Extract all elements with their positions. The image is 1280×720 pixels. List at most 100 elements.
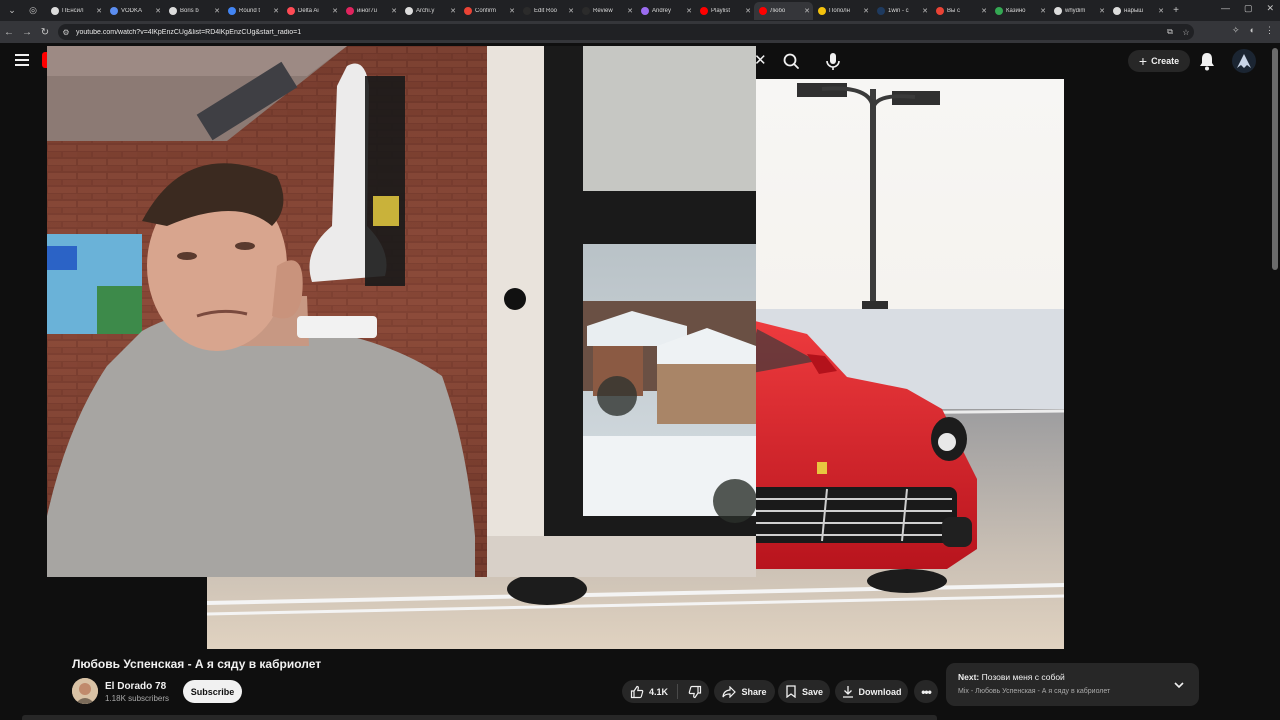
tab-search-icon[interactable]: ⌄ bbox=[3, 3, 21, 19]
reload-icon[interactable]: ↻ bbox=[36, 27, 54, 38]
browser-tab[interactable]: Edit Roo ✕ bbox=[518, 2, 577, 20]
browser-tab[interactable]: Archi.y ✕ bbox=[400, 2, 459, 20]
tab-close-icon[interactable]: ✕ bbox=[627, 7, 633, 15]
tab-close-icon[interactable]: ✕ bbox=[214, 7, 220, 15]
browser-tab[interactable]: Playlist ✕ bbox=[695, 2, 754, 20]
mic-icon[interactable] bbox=[818, 47, 848, 75]
create-label: Create bbox=[1151, 56, 1180, 66]
download-label: Download bbox=[858, 686, 902, 697]
tab-close-icon[interactable]: ✕ bbox=[568, 7, 574, 15]
tab-title: Delta Ai bbox=[298, 7, 319, 14]
tab-close-icon[interactable]: ✕ bbox=[96, 7, 102, 15]
browser-tab[interactable]: VODKA ✕ bbox=[105, 2, 164, 20]
site-info-icon[interactable]: ⚙ bbox=[58, 28, 74, 37]
tab-favicon-icon bbox=[1113, 6, 1121, 15]
tab-title: whydim bbox=[1065, 7, 1086, 14]
browser-tab[interactable]: Round t ✕ bbox=[223, 2, 282, 20]
tab-favicon-icon bbox=[346, 6, 354, 15]
tab-favicon-icon bbox=[877, 6, 885, 15]
back-icon[interactable]: ← bbox=[0, 27, 18, 38]
tab-group-icon[interactable]: ◎ bbox=[24, 3, 42, 19]
profile-icon[interactable]: ◐ bbox=[1250, 25, 1255, 36]
browser-tabs: ПЕнсил ✕ VODKA ✕ Boris b ✕ Round t ✕ Delta Ai ✕ иi… bbox=[46, 0, 1167, 21]
download-icon bbox=[842, 686, 853, 698]
tab-close-icon[interactable]: ✕ bbox=[804, 7, 810, 15]
tab-close-icon[interactable]: ✕ bbox=[1099, 7, 1105, 15]
browser-tab[interactable]: нарыш ✕ bbox=[1108, 2, 1167, 20]
webcam-frame bbox=[47, 46, 756, 577]
tab-favicon-icon bbox=[759, 6, 767, 15]
tab-favicon-icon bbox=[641, 6, 649, 15]
next-up-card[interactable]: Next: Позови меня с собой Mix - Любовь У… bbox=[946, 663, 1199, 706]
tab-title: 1win - c bbox=[888, 7, 909, 14]
browser-tab-strip: ⌄ ◎ ПЕнсил ✕ VODKA ✕ Boris b ✕ Round t ✕ Delta A… bbox=[0, 0, 1280, 21]
maximize-icon[interactable]: ▢ bbox=[1244, 3, 1253, 14]
bell-icon[interactable] bbox=[1197, 50, 1217, 72]
bookmark-star-icon[interactable]: ☆ bbox=[1178, 28, 1194, 37]
tab-favicon-icon bbox=[464, 6, 472, 15]
account-avatar[interactable] bbox=[1232, 49, 1256, 73]
browser-tab[interactable]: Review ✕ bbox=[577, 2, 636, 20]
tab-title: Confirm bbox=[475, 7, 497, 14]
tab-favicon-icon bbox=[287, 6, 295, 15]
tab-close-icon[interactable]: ✕ bbox=[981, 7, 987, 15]
new-tab-button[interactable]: + bbox=[1169, 5, 1183, 16]
tab-close-icon[interactable]: ✕ bbox=[155, 7, 161, 15]
chevron-down-icon[interactable] bbox=[1173, 677, 1185, 695]
channel-name[interactable]: El Dorado 78 bbox=[105, 681, 166, 692]
browser-tab[interactable]: Вы с ✕ bbox=[931, 2, 990, 20]
tab-close-icon[interactable]: ✕ bbox=[509, 7, 515, 15]
like-button[interactable]: 4.1K bbox=[622, 684, 679, 699]
tab-close-icon[interactable]: ✕ bbox=[745, 7, 751, 15]
url-text[interactable]: youtube.com/watch?v=4lKpEnzCUg&list=RD4l… bbox=[76, 29, 1162, 36]
browser-tab[interactable]: Любо ✕ bbox=[754, 1, 813, 20]
tab-title: Review bbox=[593, 7, 613, 14]
subscribe-button[interactable]: Subscribe bbox=[183, 680, 242, 703]
tab-favicon-icon bbox=[405, 6, 413, 15]
tab-close-icon[interactable]: ✕ bbox=[332, 7, 338, 15]
open-in-app-icon[interactable]: ⧉ bbox=[1162, 27, 1178, 37]
share-button[interactable]: Share bbox=[714, 680, 775, 703]
browser-tab[interactable]: 1win - c ✕ bbox=[872, 2, 931, 20]
tab-close-icon[interactable]: ✕ bbox=[863, 7, 869, 15]
tab-close-icon[interactable]: ✕ bbox=[1040, 7, 1046, 15]
tab-close-icon[interactable]: ✕ bbox=[273, 7, 279, 15]
window-close-icon[interactable]: ✕ bbox=[1266, 3, 1274, 14]
browser-tab[interactable]: Пополн ✕ bbox=[813, 2, 872, 20]
browser-tab[interactable]: ПЕнсил ✕ bbox=[46, 2, 105, 20]
browser-tab[interactable]: Boris b ✕ bbox=[164, 2, 223, 20]
tab-close-icon[interactable]: ✕ bbox=[391, 7, 397, 15]
tab-favicon-icon bbox=[110, 6, 118, 15]
like-count: 4.1K bbox=[649, 686, 669, 697]
tab-close-icon[interactable]: ✕ bbox=[450, 7, 456, 15]
window-controls: — ▢ ✕ bbox=[1221, 3, 1274, 14]
tab-close-icon[interactable]: ✕ bbox=[686, 7, 692, 15]
search-icon[interactable] bbox=[772, 49, 812, 73]
browser-tab[interactable]: Andrey ✕ bbox=[636, 2, 695, 20]
menu-icon[interactable] bbox=[15, 54, 29, 69]
chrome-menu-icon[interactable]: ⋮ bbox=[1265, 25, 1274, 36]
browser-tab[interactable]: Казино ✕ bbox=[990, 2, 1049, 20]
download-button[interactable]: Download bbox=[835, 680, 908, 703]
create-button[interactable]: + Create bbox=[1128, 50, 1190, 72]
browser-tab[interactable]: Confirm ✕ bbox=[459, 2, 518, 20]
save-button[interactable]: Save bbox=[778, 680, 830, 703]
forward-icon[interactable]: → bbox=[18, 27, 36, 38]
browser-toolbar: ← → ↻ ⚙ youtube.com/watch?v=4lKpEnzCUg&l… bbox=[0, 21, 1280, 43]
browser-tab[interactable]: whydim ✕ bbox=[1049, 2, 1108, 20]
tab-title: Вы с bbox=[947, 7, 960, 14]
tab-close-icon[interactable]: ✕ bbox=[1158, 7, 1164, 15]
address-bar[interactable]: ⚙ youtube.com/watch?v=4lKpEnzCUg&list=RD… bbox=[58, 24, 1194, 40]
tab-favicon-icon bbox=[1054, 6, 1062, 15]
browser-tab[interactable]: Delta Ai ✕ bbox=[282, 2, 341, 20]
more-icon[interactable]: ••• bbox=[914, 680, 938, 703]
dislike-button[interactable] bbox=[678, 685, 707, 699]
minimize-icon[interactable]: — bbox=[1221, 3, 1230, 14]
save-icon bbox=[786, 685, 796, 698]
description-box-edge bbox=[22, 715, 937, 720]
extensions-icon[interactable]: ✧ bbox=[1232, 25, 1240, 36]
channel-avatar[interactable] bbox=[72, 678, 98, 704]
tab-close-icon[interactable]: ✕ bbox=[922, 7, 928, 15]
browser-tab[interactable]: иiнor7u ✕ bbox=[341, 2, 400, 20]
page-scrollbar-thumb[interactable] bbox=[1272, 48, 1278, 270]
